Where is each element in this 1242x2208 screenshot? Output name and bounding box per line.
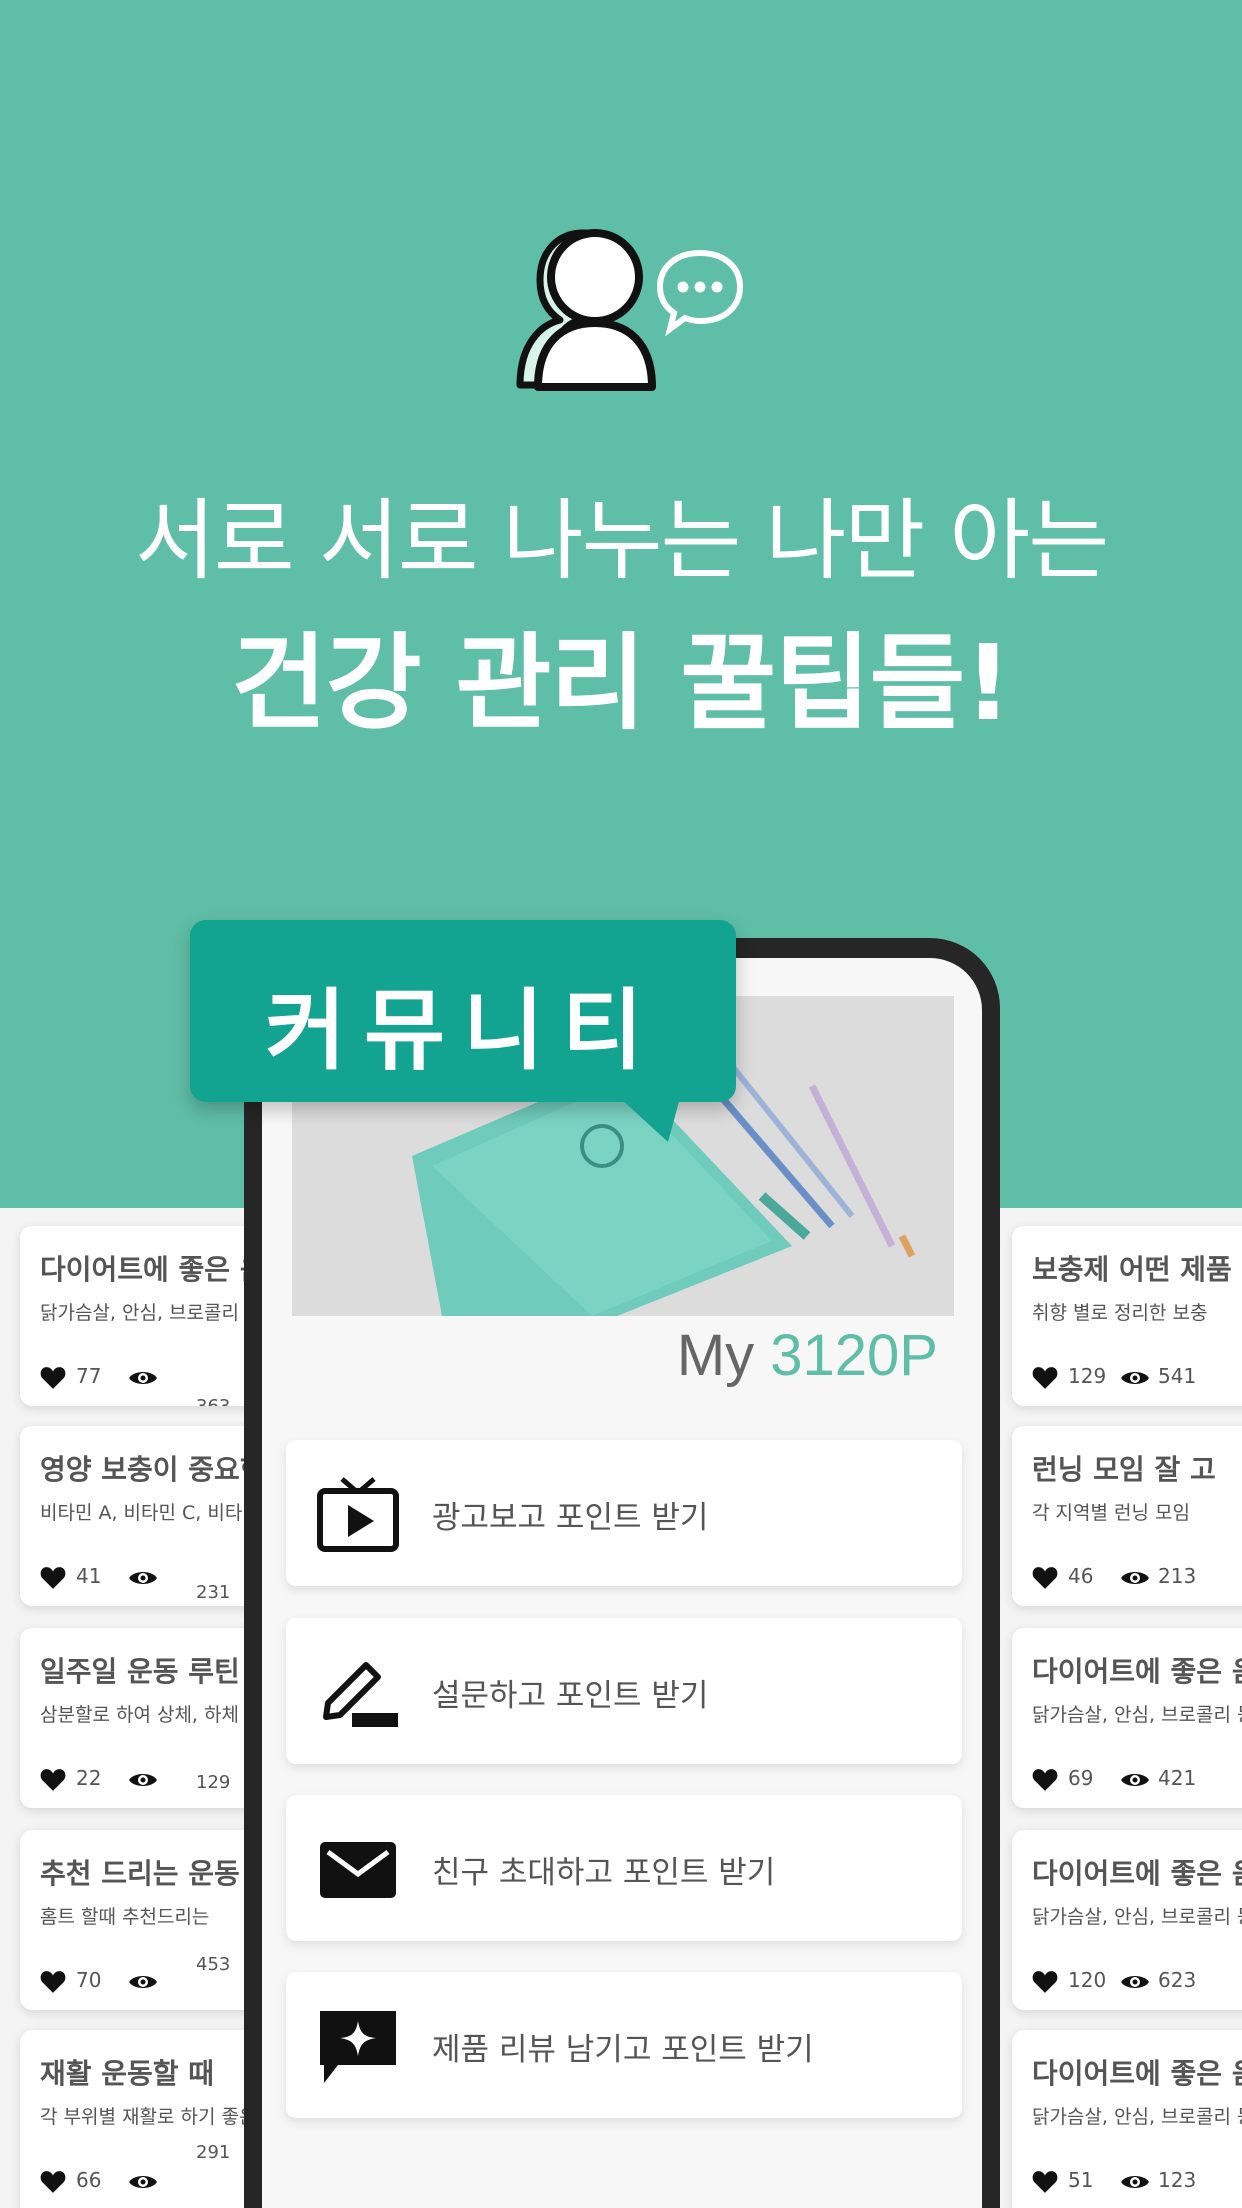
heart-icon: [1032, 1971, 1058, 1993]
tag-pointer: [620, 1098, 680, 1142]
list-item[interactable]: 추천 드리는 운동 홈트 할때 추천드리는 70 453: [20, 1830, 280, 2010]
view-count: 291: [196, 2142, 231, 2163]
card-title: 추천 드리는 운동: [40, 1857, 240, 1890]
like-count: 129: [1068, 1364, 1107, 1388]
heart-icon: [1032, 1367, 1058, 1389]
like-count: 46: [1068, 1564, 1094, 1588]
heart-icon: [1032, 1769, 1058, 1791]
points-value: 3120P: [770, 1323, 938, 1388]
card-desc: 삼분할로 하여 상체, 하체: [40, 1704, 239, 1726]
view-count: 213: [1158, 1564, 1197, 1588]
eye-icon: [1121, 1372, 1149, 1384]
heart-icon: [40, 2171, 66, 2193]
view-count: 421: [1158, 1766, 1197, 1790]
card-desc: 각 지역별 런닝 모임: [1032, 1502, 1190, 1524]
view-count: 123: [1158, 2168, 1197, 2192]
card-desc: 각 부위별 재활로 하기 좋은: [40, 2106, 257, 2128]
card-desc: 닭가슴살, 안심, 브로콜리 등: [1032, 1906, 1242, 1928]
pencil-icon: [323, 1662, 398, 1727]
heart-icon: [40, 1567, 66, 1589]
view-count: 363: [196, 1396, 230, 1406]
like-count: 70: [76, 1968, 102, 1992]
tv-play-icon: [317, 1477, 399, 1552]
points-prefix: My: [676, 1323, 755, 1388]
community-label: 커뮤니티: [265, 979, 661, 1082]
card-desc: 비타민 A, 비타민 C, 비타민: [40, 1502, 260, 1524]
eye-icon: [129, 1372, 157, 1384]
heart-icon: [1032, 2171, 1058, 2193]
invite-points-button[interactable]: 친구 초대하고 포인트 받기: [286, 1795, 962, 1941]
headline-title: 건강 관리 꿀팁들!: [231, 622, 1012, 744]
heart-icon: [40, 1367, 66, 1389]
card-title: 재활 운동할 때: [40, 2057, 215, 2090]
headline-subtitle: 서로 서로 나누는 나만 아는: [134, 489, 1109, 592]
like-count: 51: [1068, 2168, 1094, 2192]
card-desc: 닭가슴살, 안심, 브로콜리 등: [1032, 1704, 1242, 1726]
like-count: 69: [1068, 1766, 1094, 1790]
card-title: 다이어트에 좋은 음: [40, 1253, 266, 1286]
card-title: 보충제 어떤 제품: [1032, 1253, 1232, 1286]
eye-icon: [1121, 2176, 1149, 2188]
eye-icon: [1121, 1774, 1149, 1786]
like-count: 120: [1068, 1968, 1107, 1992]
list-item[interactable]: 다이어트에 좋은 음 닭가슴살, 안심, 브로콜리 등 69 421: [1012, 1628, 1242, 1808]
list-item[interactable]: 다이어트에 좋은 음 닭가슴살, 안심, 브로콜리 등 77 363: [20, 1226, 280, 1406]
like-count: 22: [76, 1766, 102, 1790]
eye-icon: [129, 1774, 157, 1786]
list-item[interactable]: 다이어트에 좋은 음 닭가슴살, 안심, 브로콜리 등 51 123: [1012, 2030, 1242, 2208]
survey-points-button[interactable]: 설문하고 포인트 받기: [286, 1618, 962, 1764]
list-item[interactable]: 보충제 어떤 제품 취향 별로 정리한 보충 129 541: [1012, 1226, 1242, 1406]
eye-icon: [1121, 1572, 1149, 1584]
menu-label: 친구 초대하고 포인트 받기: [432, 1855, 776, 1891]
heart-icon: [40, 1769, 66, 1791]
view-count: 623: [1158, 1968, 1197, 1992]
view-count: 129: [196, 1772, 231, 1793]
community-people-chat-icon: [516, 229, 744, 391]
menu-label: 설문하고 포인트 받기: [432, 1678, 709, 1714]
card-title: 일주일 운동 루틴: [40, 1655, 240, 1688]
ad-points-button[interactable]: 광고보고 포인트 받기: [286, 1440, 962, 1586]
review-points-button[interactable]: 제품 리뷰 남기고 포인트 받기: [286, 1972, 962, 2118]
star-chat-icon: [320, 2011, 396, 2083]
like-count: 41: [76, 1564, 102, 1588]
heart-icon: [1032, 1567, 1058, 1589]
menu-label: 광고보고 포인트 받기: [432, 1500, 709, 1536]
eye-icon: [129, 2176, 157, 2188]
card-title: 다이어트에 좋은 음: [1032, 2057, 1242, 2090]
like-count: 77: [76, 1364, 102, 1388]
eye-icon: [129, 1572, 157, 1584]
view-count: 453: [196, 1954, 231, 1975]
eye-icon: [129, 1976, 157, 1988]
eye-icon: [1121, 1976, 1149, 1988]
menu-label: 제품 리뷰 남기고 포인트 받기: [432, 2032, 814, 2068]
list-item[interactable]: 영양 보충이 중요한 비타민 A, 비타민 C, 비타민 41 231: [20, 1426, 280, 1606]
list-item[interactable]: 다이어트에 좋은 음 닭가슴살, 안심, 브로콜리 등 120 623: [1012, 1830, 1242, 2010]
card-desc: 취향 별로 정리한 보충: [1032, 1302, 1208, 1324]
card-desc: 홈트 할때 추천드리는: [40, 1906, 210, 1928]
list-item[interactable]: 일주일 운동 루틴 삼분할로 하여 상체, 하체 22 129: [20, 1628, 280, 1808]
card-title: 다이어트에 좋은 음: [1032, 1655, 1242, 1688]
list-item[interactable]: 재활 운동할 때 각 부위별 재활로 하기 좋은 66 291: [20, 2030, 280, 2208]
card-title: 런닝 모임 잘 고: [1032, 1453, 1216, 1486]
card-title: 영양 보충이 중요한: [40, 1453, 266, 1486]
card-desc: 닭가슴살, 안심, 브로콜리 등: [1032, 2106, 1242, 2128]
mail-icon: [320, 1842, 396, 1898]
my-points: My 3120P: [677, 1322, 938, 1389]
like-count: 66: [76, 2168, 102, 2192]
card-title: 다이어트에 좋은 음: [1032, 1857, 1242, 1890]
view-count: 541: [1158, 1364, 1197, 1388]
list-item[interactable]: 런닝 모임 잘 고 각 지역별 런닝 모임 46 213: [1012, 1426, 1242, 1606]
card-desc: 닭가슴살, 안심, 브로콜리 등: [40, 1302, 263, 1324]
heart-icon: [40, 1971, 66, 1993]
view-count: 231: [196, 1582, 231, 1603]
